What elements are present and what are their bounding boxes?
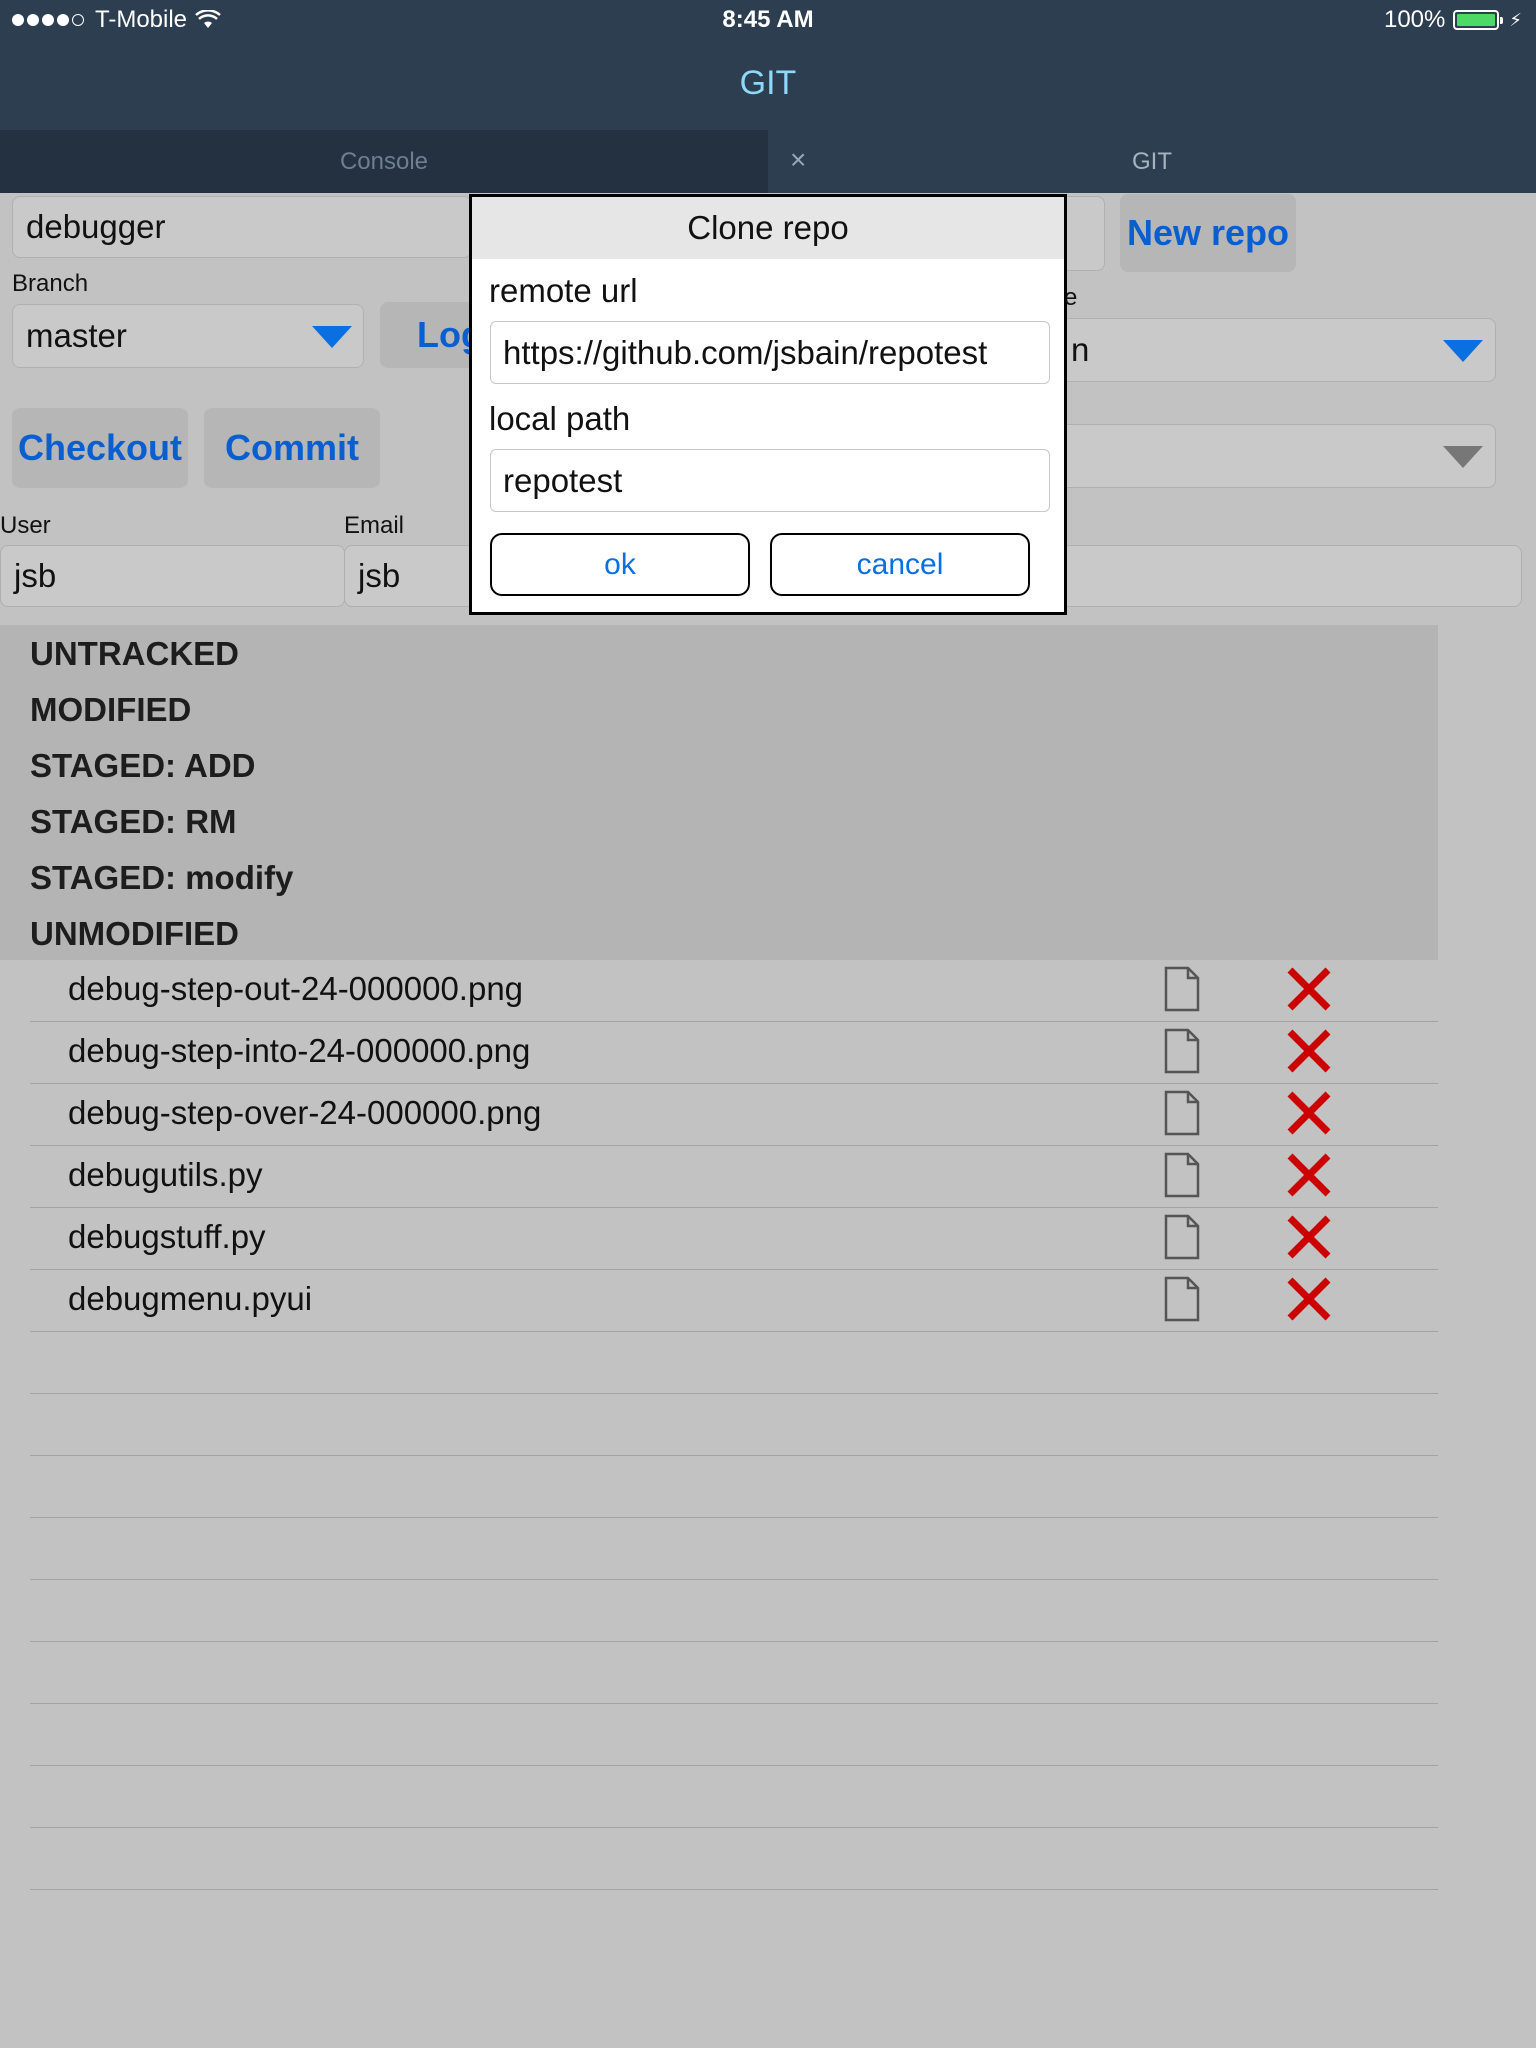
empty-row <box>30 1332 1438 1394</box>
user-label: User <box>0 512 51 539</box>
file-icon[interactable] <box>1163 1276 1201 1322</box>
dialog-title: Clone repo <box>472 197 1064 259</box>
status-time: 8:45 AM <box>722 6 814 33</box>
new-repo-button[interactable]: New repo <box>1120 194 1296 272</box>
file-icon[interactable] <box>1163 1214 1201 1260</box>
remote-dropdown-chevron-icon[interactable] <box>1443 340 1483 362</box>
remote-url-input[interactable]: https://github.com/jsbain/repotest <box>490 321 1050 384</box>
file-row[interactable]: debugstuff.py <box>30 1208 1438 1270</box>
empty-row <box>30 1456 1438 1518</box>
local-path-input[interactable]: repotest <box>490 449 1050 512</box>
user-field[interactable]: jsb <box>0 545 345 607</box>
remote-value-fragment: n <box>1071 331 1090 368</box>
battery-icon <box>1453 10 1504 30</box>
empty-row <box>30 1828 1438 1890</box>
tab-bar: Console GIT × <box>0 130 1536 193</box>
file-icon[interactable] <box>1163 1090 1201 1136</box>
file-name: debugstuff.py <box>68 1218 266 1255</box>
clone-repo-dialog: Clone repo remote url https://github.com… <box>469 194 1067 615</box>
empty-row <box>30 1642 1438 1704</box>
tab-console[interactable]: Console <box>0 130 768 193</box>
branch-value: master <box>26 317 127 354</box>
navigation-bar: GIT <box>0 40 1536 130</box>
secondary-select[interactable] <box>1040 424 1496 488</box>
file-icon[interactable] <box>1163 1152 1201 1198</box>
status-right: 100% ⚡ <box>1384 6 1522 34</box>
section-staged-add[interactable]: STAGED: ADD <box>30 747 256 785</box>
branch-label: Branch <box>12 270 89 297</box>
delete-icon[interactable] <box>1284 1026 1334 1076</box>
commit-button[interactable]: Commit <box>204 408 380 488</box>
remote-select[interactable]: n <box>1040 318 1496 382</box>
section-staged-modify[interactable]: STAGED: modify <box>30 859 293 897</box>
close-tab-icon[interactable]: × <box>790 144 806 176</box>
delete-icon[interactable] <box>1284 1150 1334 1200</box>
delete-icon[interactable] <box>1284 1274 1334 1324</box>
remote-url-label: remote url <box>489 272 638 309</box>
empty-row <box>30 1704 1438 1766</box>
battery-percent: 100% <box>1383 6 1446 33</box>
delete-icon[interactable] <box>1284 964 1334 1014</box>
local-path-value: repotest <box>503 461 623 499</box>
section-staged-rm[interactable]: STAGED: RM <box>30 803 237 841</box>
file-icon[interactable] <box>1163 1028 1201 1074</box>
checkout-button[interactable]: Checkout <box>12 408 188 488</box>
email-value: jsb <box>358 557 401 594</box>
repo-name-value: debugger <box>26 208 166 245</box>
user-value: jsb <box>14 557 57 594</box>
file-row[interactable]: debug-step-into-24-000000.png <box>30 1022 1438 1084</box>
file-name: debugutils.py <box>68 1156 263 1193</box>
file-name: debug-step-out-24-000000.png <box>68 970 524 1007</box>
nav-title: GIT <box>739 64 797 102</box>
email-label: Email <box>344 512 405 539</box>
file-row[interactable]: debugmenu.pyui <box>30 1270 1438 1332</box>
file-icon[interactable] <box>1163 966 1201 1012</box>
file-row[interactable]: debug-step-out-24-000000.png <box>30 960 1438 1022</box>
ok-button[interactable]: ok <box>490 533 750 596</box>
delete-icon[interactable] <box>1284 1088 1334 1138</box>
status-bar: T-Mobile 8:45 AM 100% ⚡ <box>0 0 1536 40</box>
local-path-label: local path <box>489 400 631 437</box>
repo-name-field[interactable]: debugger <box>12 196 472 258</box>
empty-row <box>30 1394 1438 1456</box>
empty-row <box>30 1518 1438 1580</box>
file-name: debug-step-over-24-000000.png <box>68 1094 542 1131</box>
file-row[interactable]: debug-step-over-24-000000.png <box>30 1084 1438 1146</box>
status-sections: UNTRACKED MODIFIED STAGED: ADD STAGED: R… <box>0 625 1438 960</box>
empty-row <box>30 1766 1438 1828</box>
file-name: debugmenu.pyui <box>68 1280 313 1317</box>
charging-bolt-icon: ⚡ <box>1509 9 1522 30</box>
section-modified[interactable]: MODIFIED <box>30 691 191 729</box>
file-row[interactable]: debugutils.py <box>30 1146 1438 1208</box>
section-unmodified[interactable]: UNMODIFIED <box>30 915 239 953</box>
branch-dropdown-chevron-icon[interactable] <box>312 326 352 348</box>
secondary-dropdown-chevron-icon[interactable] <box>1443 446 1483 468</box>
delete-icon[interactable] <box>1284 1212 1334 1262</box>
tab-git[interactable]: GIT <box>768 130 1536 193</box>
cancel-button[interactable]: cancel <box>770 533 1030 596</box>
section-untracked[interactable]: UNTRACKED <box>30 635 239 673</box>
remote-url-value: https://github.com/jsbain/repotest <box>503 333 988 371</box>
file-name: debug-step-into-24-000000.png <box>68 1032 531 1069</box>
empty-row <box>30 1580 1438 1642</box>
log-button[interactable]: Log <box>380 302 480 368</box>
